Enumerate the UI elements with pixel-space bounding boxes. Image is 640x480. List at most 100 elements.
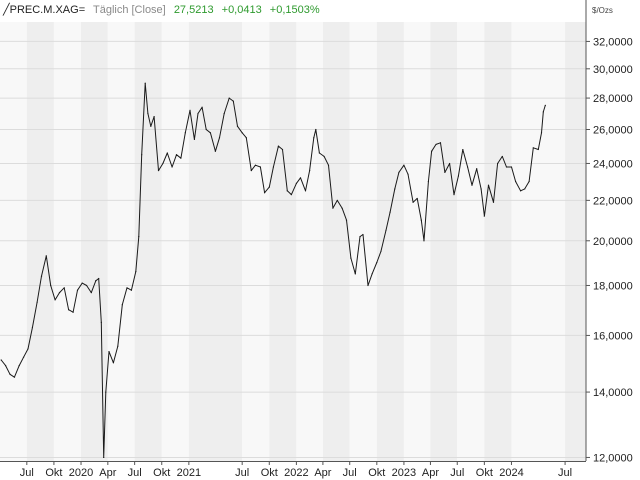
y-tick-label: 22,0000: [593, 195, 633, 207]
data-point: [423, 240, 425, 242]
data-point: [175, 154, 178, 156]
background-band: [403, 22, 431, 461]
data-point: [295, 182, 297, 184]
data-point: [254, 164, 257, 166]
data-point: [510, 166, 513, 168]
data-point: [480, 188, 482, 190]
data-point: [126, 287, 128, 289]
last-price: 27,5213: [173, 4, 214, 16]
data-point: [72, 311, 74, 313]
data-point: [81, 282, 83, 284]
background-band: [430, 22, 458, 461]
background-band: [484, 22, 512, 461]
data-point: [336, 199, 338, 201]
x-tick-label: Okt: [261, 467, 278, 479]
data-point: [412, 201, 414, 203]
x-axis-ticks: Jul Okt 2020 Apr Jul Okt 2021 Jul Okt 2022 Apr Jul O…: [20, 461, 572, 479]
data-point: [0, 359, 2, 361]
y-tick-label: 26,0000: [593, 125, 633, 137]
data-point: [497, 162, 499, 165]
y-axis-ticks: 12,0000 14,0000 16,0000 18,0000 20,0000 22,00…: [586, 36, 633, 464]
data-point: [236, 125, 239, 127]
data-point: [514, 180, 517, 183]
data-point: [263, 192, 266, 194]
data-point: [147, 112, 149, 115]
data-point: [54, 299, 56, 301]
data-point: [323, 155, 325, 158]
data-point: [31, 326, 34, 329]
period-label: Täglich [Close]: [92, 4, 166, 16]
data-point: [150, 125, 152, 127]
price-chart[interactable]: 12,0000 14,0000 16,0000 18,0000 20,0000 22,00…: [0, 0, 640, 480]
x-tick-label: Okt: [368, 467, 385, 479]
data-point: [86, 284, 88, 287]
x-tick-label: Jul: [235, 467, 249, 479]
data-point: [166, 152, 168, 154]
data-point: [290, 194, 292, 196]
data-point: [95, 280, 97, 282]
data-point: [135, 270, 137, 273]
data-point: [68, 309, 70, 311]
data-point: [205, 128, 207, 131]
x-tick-label: Jul: [450, 467, 464, 479]
data-point: [45, 255, 47, 257]
data-point: [427, 180, 429, 183]
data-point: [108, 351, 110, 353]
data-point: [359, 235, 361, 238]
data-point: [98, 277, 100, 280]
data-point: [232, 100, 234, 102]
data-point: [505, 166, 508, 168]
data-point: [385, 229, 387, 231]
x-tick-label: Jul: [343, 467, 357, 479]
data-point: [362, 233, 364, 236]
data-point: [304, 190, 307, 192]
data-point: [63, 287, 65, 289]
data-point: [439, 142, 442, 144]
x-tick-label: Jul: [20, 467, 34, 479]
data-point: [315, 128, 317, 131]
y-tick-label: 20,0000: [593, 236, 633, 248]
data-point: [476, 168, 478, 170]
data-point: [542, 111, 544, 113]
data-point: [180, 157, 182, 159]
data-point: [58, 292, 61, 294]
data-point: [241, 132, 243, 134]
x-tick-label: Jul: [128, 467, 142, 479]
data-point: [214, 150, 216, 152]
data-point: [544, 104, 546, 106]
data-point: [76, 289, 79, 291]
background-band: [188, 22, 243, 461]
data-point: [309, 169, 311, 172]
data-point: [218, 137, 221, 139]
data-point: [354, 273, 356, 275]
data-point: [141, 154, 143, 156]
data-point: [501, 155, 503, 158]
data-point: [117, 345, 119, 347]
data-point: [121, 304, 123, 306]
x-tick-label: Apr: [314, 467, 331, 479]
data-point: [105, 391, 107, 393]
y-tick-label: 14,0000: [593, 387, 633, 399]
data-point: [313, 137, 315, 139]
x-tick-label: Okt: [476, 467, 493, 479]
x-tick-label: 2022: [284, 467, 308, 479]
background-band: [0, 22, 27, 461]
data-point: [162, 162, 164, 165]
background-band: [565, 22, 586, 461]
data-point: [453, 194, 455, 196]
data-point: [281, 148, 284, 151]
data-point: [492, 201, 495, 203]
background-band: [457, 22, 485, 461]
data-point: [157, 169, 160, 172]
background-band: [53, 22, 82, 461]
data-point: [420, 219, 422, 221]
data-point: [457, 175, 460, 177]
y-tick-label: 32,0000: [593, 36, 633, 48]
data-point: [532, 147, 534, 149]
x-tick-label: Apr: [99, 467, 116, 479]
data-point: [4, 365, 7, 367]
data-point: [524, 188, 526, 190]
x-tick-label: 2024: [499, 467, 523, 479]
data-point: [184, 132, 186, 134]
background-band: [161, 22, 189, 461]
